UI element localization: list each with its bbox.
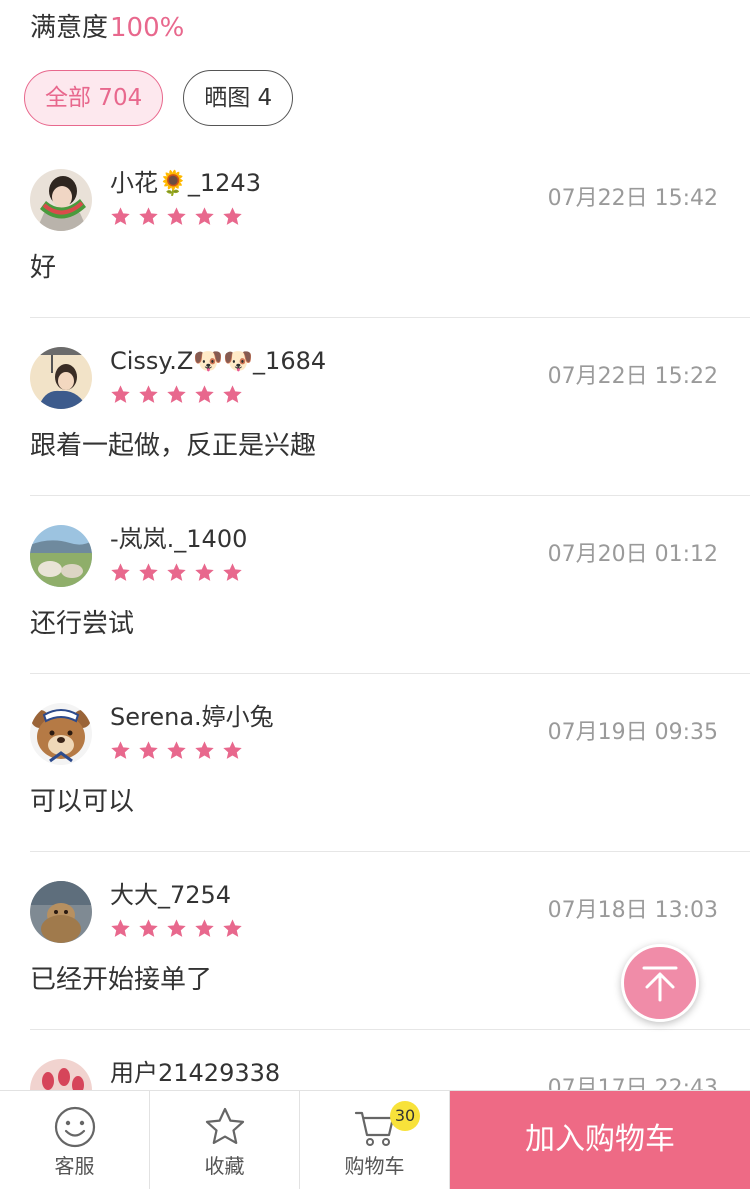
star-icon bbox=[223, 385, 242, 403]
reviewer-name: -岚岚._1400 bbox=[110, 525, 248, 553]
avatar[interactable] bbox=[30, 347, 92, 409]
star-icon bbox=[139, 207, 158, 225]
star-outline-icon bbox=[205, 1107, 244, 1144]
star-icon bbox=[139, 385, 158, 403]
star-icon bbox=[223, 207, 242, 225]
star-icon bbox=[139, 563, 158, 581]
back-to-top-button[interactable] bbox=[621, 944, 699, 1022]
review-item: Cissy.Z🐶🐶_1684 07月22日 15:22 跟着一起做，反正是兴趣 bbox=[0, 318, 750, 496]
review-time: 07月19日 09:35 bbox=[547, 720, 718, 745]
star-icon bbox=[139, 919, 158, 937]
review-time: 07月18日 13:03 bbox=[547, 898, 718, 923]
star-icon bbox=[111, 563, 130, 581]
star-icon bbox=[223, 563, 242, 581]
star-icon bbox=[111, 919, 130, 937]
star-icon bbox=[167, 207, 186, 225]
review-filters: 全部 704 晒图 4 bbox=[24, 70, 294, 126]
star-icon bbox=[167, 385, 186, 403]
star-icon bbox=[111, 207, 130, 225]
cart-label: 购物车 bbox=[344, 1154, 405, 1178]
satisfaction-value: 100% bbox=[110, 13, 185, 43]
star-icon bbox=[111, 741, 130, 759]
reviewer-name: Serena.婷小兔 bbox=[110, 703, 274, 731]
filter-all-chip[interactable]: 全部 704 bbox=[24, 70, 164, 126]
favorite-label: 收藏 bbox=[204, 1154, 245, 1178]
review-content: 跟着一起做，反正是兴趣 bbox=[30, 431, 317, 461]
bottom-action-bar: 客服 收藏 30 购物车 加入购物车 bbox=[0, 1090, 750, 1189]
review-list: 小花🌻_1243 07月22日 15:42 好 Cissy.Z🐶🐶_1684 0… bbox=[0, 140, 750, 1189]
star-icon bbox=[111, 385, 130, 403]
rating-stars bbox=[110, 206, 243, 227]
review-content: 可以可以 bbox=[30, 787, 135, 817]
star-icon bbox=[195, 563, 214, 581]
favorite-button[interactable]: 收藏 bbox=[150, 1091, 300, 1189]
reviewer-name: 小花🌻_1243 bbox=[110, 169, 261, 197]
star-icon bbox=[139, 741, 158, 759]
review-item: Serena.婷小兔 07月19日 09:35 可以可以 bbox=[0, 674, 750, 852]
rating-stars bbox=[110, 740, 243, 761]
customer-service-label: 客服 bbox=[54, 1154, 95, 1178]
satisfaction-summary: 满意度100% bbox=[30, 8, 184, 48]
reviewer-name: Cissy.Z🐶🐶_1684 bbox=[110, 347, 327, 375]
rating-stars bbox=[110, 384, 243, 405]
star-icon bbox=[195, 741, 214, 759]
review-content: 已经开始接单了 bbox=[30, 965, 213, 995]
avatar[interactable] bbox=[30, 169, 92, 231]
reviewer-name: 用户21429338 bbox=[110, 1059, 281, 1087]
star-icon bbox=[223, 741, 242, 759]
star-icon bbox=[167, 741, 186, 759]
cart-button[interactable]: 30 购物车 bbox=[300, 1091, 450, 1189]
avatar[interactable] bbox=[30, 703, 92, 765]
smiley-icon bbox=[54, 1106, 95, 1148]
review-content: 还行尝试 bbox=[30, 609, 135, 639]
review-time: 07月22日 15:22 bbox=[547, 364, 718, 389]
star-icon bbox=[167, 563, 186, 581]
star-icon bbox=[195, 919, 214, 937]
filter-photos-chip[interactable]: 晒图 4 bbox=[183, 70, 294, 126]
review-time: 07月22日 15:42 bbox=[547, 186, 718, 211]
review-content: 好 bbox=[30, 253, 57, 283]
star-icon bbox=[223, 919, 242, 937]
avatar[interactable] bbox=[30, 881, 92, 943]
rating-stars bbox=[110, 562, 243, 583]
review-time: 07月20日 01:12 bbox=[547, 542, 718, 567]
arrow-up-icon bbox=[642, 966, 678, 1002]
reviewer-name: 大大_7254 bbox=[110, 881, 232, 909]
avatar[interactable] bbox=[30, 525, 92, 587]
customer-service-button[interactable]: 客服 bbox=[0, 1091, 150, 1189]
star-icon bbox=[195, 385, 214, 403]
review-item: 小花🌻_1243 07月22日 15:42 好 bbox=[0, 140, 750, 318]
star-icon bbox=[195, 207, 214, 225]
satisfaction-label: 满意度 bbox=[30, 13, 109, 43]
cart-count-badge: 30 bbox=[390, 1101, 420, 1131]
rating-stars bbox=[110, 918, 243, 939]
review-item: -岚岚._1400 07月20日 01:12 还行尝试 bbox=[0, 496, 750, 674]
add-to-cart-button[interactable]: 加入购物车 bbox=[450, 1091, 750, 1189]
star-icon bbox=[167, 919, 186, 937]
